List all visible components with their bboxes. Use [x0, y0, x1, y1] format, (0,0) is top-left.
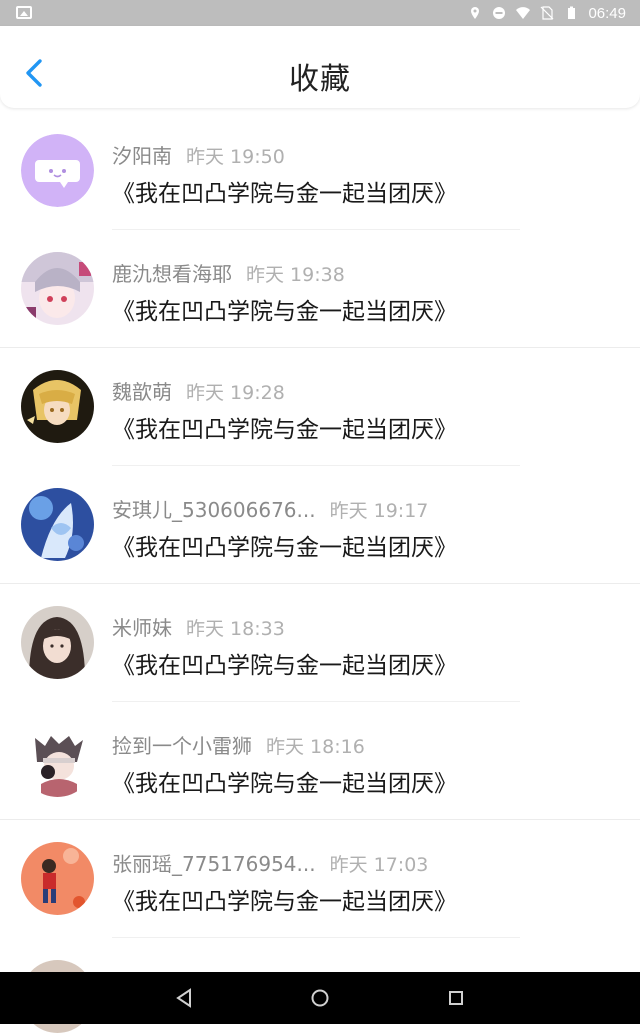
favorite-title[interactable]: 《我在凹凸学院与金一起当团厌》	[112, 528, 457, 562]
favorite-title[interactable]: 《我在凹凸学院与金一起当团厌》	[112, 882, 457, 916]
clock: 06:49	[588, 4, 626, 22]
avatar[interactable]	[21, 370, 94, 443]
favorite-title[interactable]: 《我在凹凸学院与金一起当团厌》	[112, 292, 457, 326]
user-name: 魏歆萌 昨天 19:28	[112, 380, 285, 404]
post-time: 昨天 19:17	[329, 500, 429, 522]
post-time: 昨天 17:03	[329, 854, 429, 876]
triangle-back-icon	[176, 988, 191, 1008]
status-icons: 06:49	[468, 0, 626, 26]
avatar[interactable]	[21, 134, 94, 207]
post-time: 昨天 19:50	[186, 146, 285, 168]
wifi-icon	[516, 7, 531, 19]
list-item[interactable]: 张丽瑶_775176954... 昨天 17:03 《我在凹凸学院与金一起当团厌》	[0, 820, 640, 938]
list-item[interactable]: 鹿氿想看海耶 昨天 19:38 《我在凹凸学院与金一起当团厌》	[0, 230, 640, 348]
avatar[interactable]	[21, 724, 94, 797]
user-name: 捡到一个小雷狮 昨天 18:16	[112, 734, 365, 758]
post-time: 昨天 19:28	[186, 382, 285, 404]
post-time: 昨天 18:16	[266, 736, 365, 758]
list-item[interactable]	[0, 938, 640, 1033]
recents-nav-button[interactable]	[442, 984, 470, 1012]
avatar[interactable]	[21, 488, 94, 561]
avatar[interactable]	[21, 842, 94, 915]
post-time: 昨天 18:33	[186, 618, 285, 640]
avatar[interactable]	[21, 252, 94, 325]
home-nav-button[interactable]	[306, 984, 334, 1012]
user-name: 鹿氿想看海耶 昨天 19:38	[112, 262, 345, 286]
list-item[interactable]: 汐阳南 昨天 19:50 《我在凹凸学院与金一起当团厌》	[0, 112, 640, 230]
avatar[interactable]	[21, 606, 94, 679]
favorites-list: 汐阳南 昨天 19:50 《我在凹凸学院与金一起当团厌》 鹿氿想看海耶 昨天 19:…	[0, 112, 640, 1033]
location-icon	[471, 7, 480, 19]
favorite-title[interactable]: 《我在凹凸学院与金一起当团厌》	[112, 174, 457, 208]
favorite-title[interactable]: 《我在凹凸学院与金一起当团厌》	[112, 764, 457, 798]
post-time: 昨天 19:38	[246, 264, 345, 286]
list-item[interactable]: 魏歆萌 昨天 19:28 《我在凹凸学院与金一起当团厌》	[0, 348, 640, 466]
dnd-icon	[493, 7, 506, 19]
battery-icon	[568, 6, 576, 19]
back-nav-button[interactable]	[170, 984, 198, 1012]
list-item[interactable]: 安琪儿_530606676... 昨天 19:17 《我在凹凸学院与金一起当团厌》	[0, 466, 640, 584]
favorite-title[interactable]: 《我在凹凸学院与金一起当团厌》	[112, 646, 457, 680]
system-nav-bar	[0, 972, 640, 1024]
circle-home-icon	[311, 989, 329, 1007]
user-name: 张丽瑶_775176954... 昨天 17:03	[112, 852, 429, 876]
list-item[interactable]: 捡到一个小雷狮 昨天 18:16 《我在凹凸学院与金一起当团厌》	[0, 702, 640, 820]
favorite-title[interactable]: 《我在凹凸学院与金一起当团厌》	[112, 410, 457, 444]
no-sim-icon	[541, 6, 554, 20]
user-name: 米师妹 昨天 18:33	[112, 616, 285, 640]
user-name: 安琪儿_530606676... 昨天 19:17	[112, 498, 429, 522]
status-bar: 06:49	[0, 0, 640, 26]
page-title: 收藏	[289, 62, 351, 97]
chat-bubble-icon	[21, 134, 94, 207]
user-name: 汐阳南 昨天 19:50	[112, 144, 285, 168]
list-item[interactable]: 米师妹 昨天 18:33 《我在凹凸学院与金一起当团厌》	[0, 584, 640, 702]
image-icon	[16, 6, 32, 19]
square-recents-icon	[449, 991, 463, 1005]
app-header: 收藏	[0, 26, 640, 108]
